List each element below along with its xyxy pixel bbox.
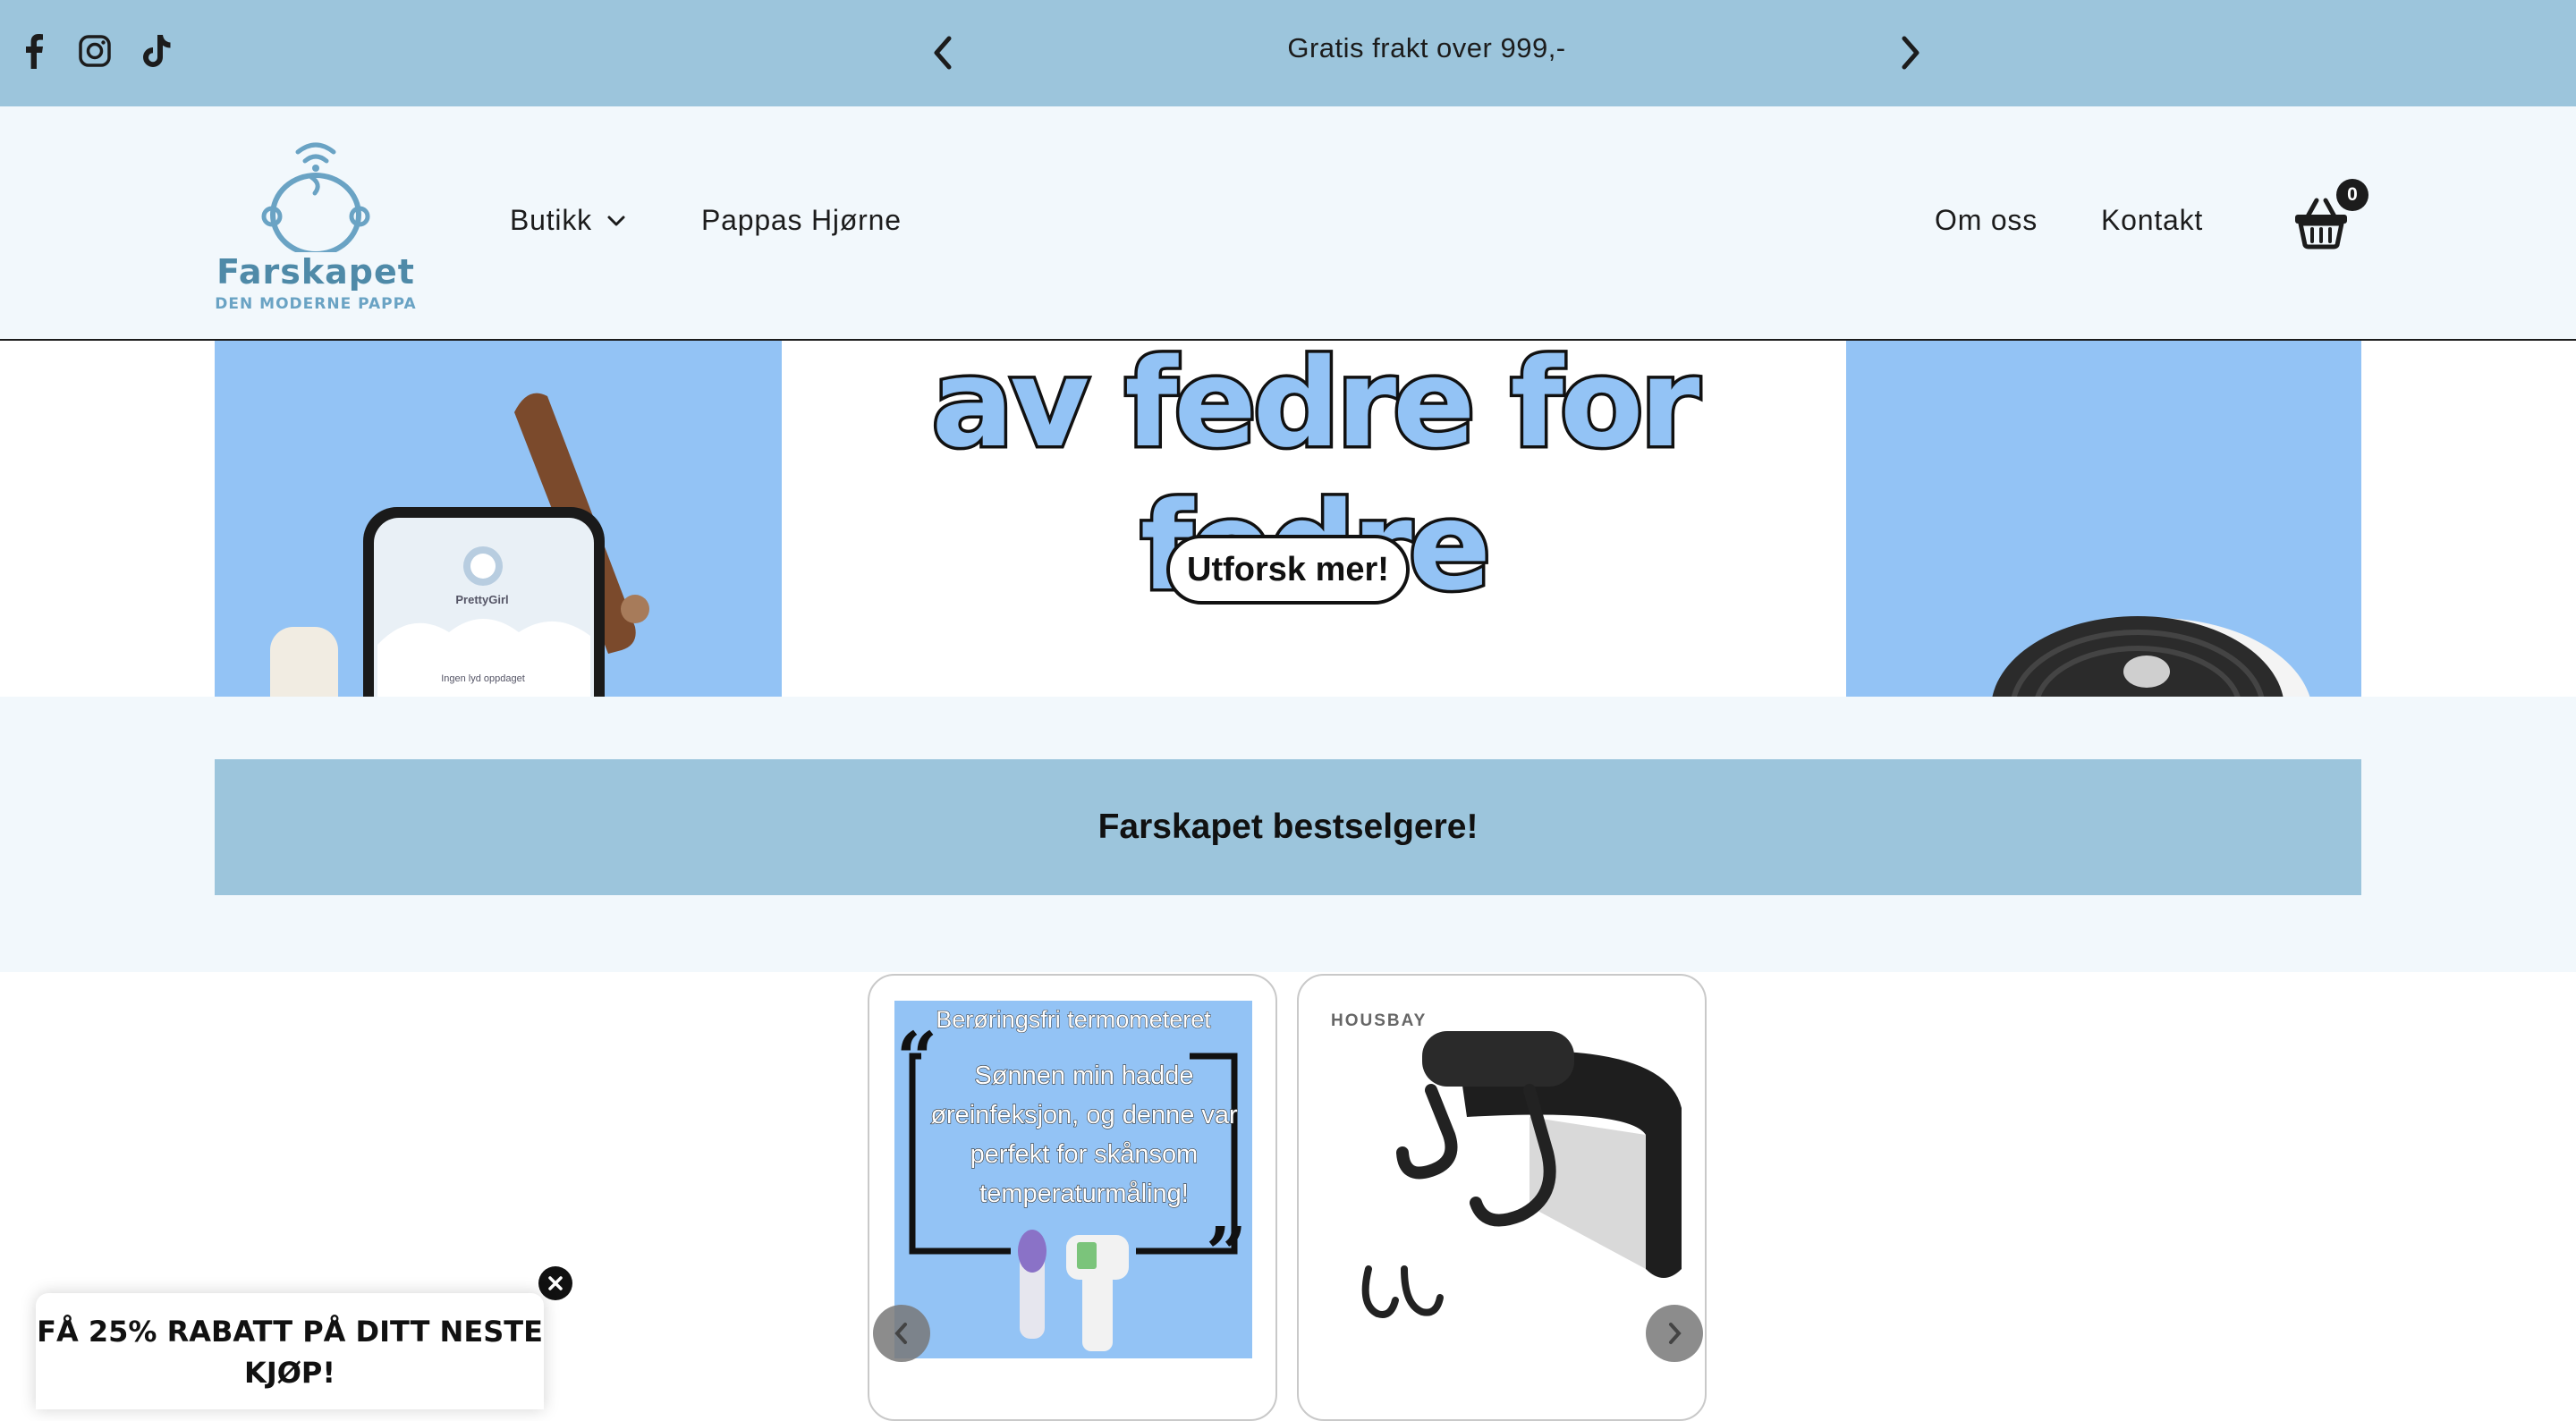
product-image: HOUSBAY [1324,1001,1682,1358]
nav-item-om-oss[interactable]: Om oss [1935,204,2038,237]
nav-item-butikk[interactable]: Butikk [510,204,626,237]
facebook-icon[interactable] [16,33,52,69]
logo-tagline: DEN MODERNE PAPPA [215,295,417,313]
instagram-icon[interactable] [77,33,113,69]
svg-text:”: ” [1206,1211,1247,1295]
chevron-right-icon [1902,36,1919,70]
announcement-prev-button[interactable] [919,27,964,79]
site-logo[interactable]: Farskapet DEN MODERNE PAPPA [213,134,419,313]
baby-wifi-logo-icon [261,142,370,257]
product-image-quote: Sønnen min hadde øreinfeksjon, og denne … [930,1061,1239,1208]
explore-more-button[interactable]: Utforsk mer! [1166,535,1410,605]
nav-item-pappas-hjorne[interactable]: Pappas Hjørne [701,204,902,237]
tiktok-icon[interactable] [138,33,174,69]
logo-wordmark: Farskapet [216,252,415,292]
phone-app-name: PrettyGirl [455,593,509,606]
chevron-down-icon [607,216,625,225]
hero-left-panel: PrettyGirl Ingen lyd oppdaget [215,341,782,697]
product-image-next-button[interactable] [1646,1305,1703,1362]
product-card[interactable]: HOUSBAY [1297,974,1707,1421]
cart-count-badge: 0 [2336,179,2368,211]
hero-product-image-left [270,393,649,697]
close-icon [548,1276,563,1290]
announcement-next-button[interactable] [1889,27,1934,79]
product-card[interactable]: “ ” Berøringsfri termometeret Sønnen min… [868,974,1277,1421]
social-links [16,29,174,73]
hero-right-panel [1846,341,2361,697]
announcement-text: Gratis frakt over 999,- [1287,32,1566,63]
chevron-right-icon [1669,1323,1682,1344]
popup-close-button[interactable] [538,1266,572,1300]
nav-item-label: Butikk [510,204,592,236]
product-image-title: Berøringsfri termometeret [936,1006,1212,1034]
nav-item-kontakt[interactable]: Kontakt [2101,204,2203,237]
stroller-hooks-graphic [1361,1031,1682,1318]
chevron-left-icon [934,36,952,70]
product-image: “ ” Berøringsfri termometeret Sønnen min… [894,1001,1252,1358]
discount-popup[interactable]: FÅ 25% RABATT PÅ DITT NESTE KJØP! [36,1293,544,1409]
product-image-brand: HOUSBAY [1331,1011,1428,1030]
product-image-prev-button[interactable] [873,1305,930,1362]
announcement-bar: Gratis frakt over 999,- [0,0,2576,106]
phone-status-text: Ingen lyd oppdaget [441,673,525,684]
bestsellers-title: Farskapet bestselgere! [215,759,2361,895]
chevron-left-icon [894,1323,907,1344]
discount-popup-text: FÅ 25% RABATT PÅ DITT NESTE KJØP! [37,1315,543,1390]
hero-product-image-right [1992,616,2310,697]
